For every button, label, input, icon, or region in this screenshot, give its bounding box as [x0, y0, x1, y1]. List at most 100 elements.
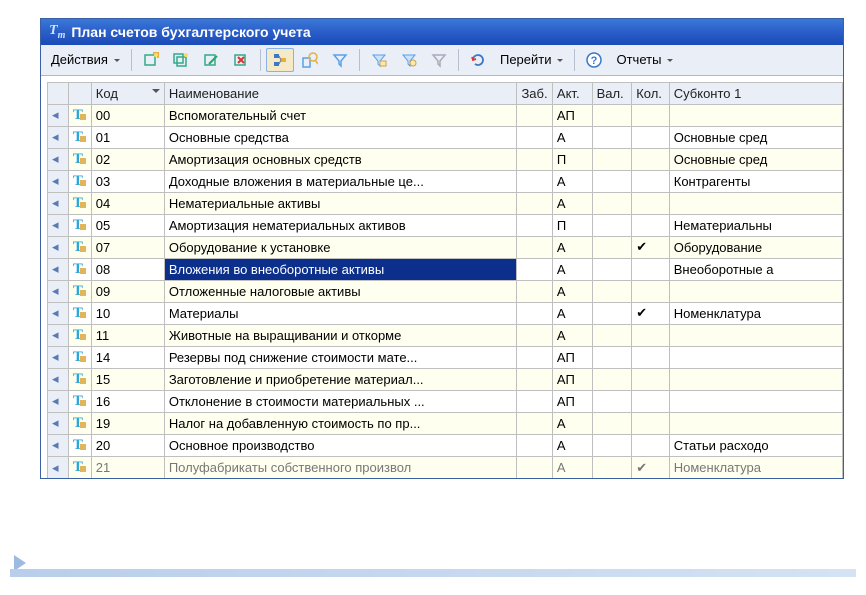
table-row[interactable]: ◂Т01Основные средстваАОсновные сред [48, 126, 843, 148]
cell-akt: АП [552, 368, 592, 390]
row-marker: ◂ [48, 214, 69, 236]
actions-menu[interactable]: Действия [45, 48, 126, 71]
table-row[interactable]: ◂Т07Оборудование к установкеА✔Оборудован… [48, 236, 843, 258]
cell-zab [517, 214, 552, 236]
goto-menu[interactable]: Перейти [494, 48, 570, 71]
cell-name: Амортизация нематериальных активов [164, 214, 517, 236]
filter-by-value-icon[interactable] [365, 48, 393, 72]
delete-row-icon[interactable] [227, 48, 255, 72]
row-marker: ◂ [48, 324, 69, 346]
cell-code: 04 [91, 192, 164, 214]
cell-akt: А [552, 412, 592, 434]
cell-name: Основное производство [164, 434, 517, 456]
table-row[interactable]: ◂Т21Полуфабрикаты собственного произволА… [48, 456, 843, 478]
table-row[interactable]: ◂Т20Основное производствоАСтатьи расходо [48, 434, 843, 456]
cell-akt: АП [552, 104, 592, 126]
row-type-icon: Т [68, 214, 91, 236]
cell-sub1: Внеоборотные а [669, 258, 842, 280]
cell-zab [517, 258, 552, 280]
table-row[interactable]: ◂Т15Заготовление и приобретение материал… [48, 368, 843, 390]
table-row[interactable]: ◂Т10МатериалыА✔Номенклатура [48, 302, 843, 324]
col-sub1[interactable]: Субконто 1 [669, 82, 842, 104]
table-row[interactable]: ◂Т16Отклонение в стоимости материальных … [48, 390, 843, 412]
cell-sub1 [669, 324, 842, 346]
find-icon[interactable] [296, 48, 324, 72]
help-icon[interactable]: ? [580, 48, 608, 72]
cell-kol: ✔ [632, 456, 670, 478]
table-row[interactable]: ◂Т08Вложения во внеоборотные активыАВнео… [48, 258, 843, 280]
table-row[interactable]: ◂Т02Амортизация основных средствПОсновны… [48, 148, 843, 170]
cell-val [592, 456, 632, 478]
hierarchy-toggle-icon[interactable] [266, 48, 294, 72]
col-val[interactable]: Вал. [592, 82, 632, 104]
accounts-table[interactable]: Код Наименование Заб. Акт. Вал. Кол. Суб… [47, 82, 843, 479]
cell-code: 16 [91, 390, 164, 412]
clear-filter-icon[interactable] [425, 48, 453, 72]
col-marker[interactable] [48, 82, 69, 104]
cell-code: 14 [91, 346, 164, 368]
cell-name: Доходные вложения в материальные це... [164, 170, 517, 192]
cell-zab [517, 368, 552, 390]
cell-val [592, 324, 632, 346]
table-row[interactable]: ◂Т09Отложенные налоговые активыА [48, 280, 843, 302]
reports-menu[interactable]: Отчеты [610, 48, 679, 71]
cell-val [592, 280, 632, 302]
cell-zab [517, 148, 552, 170]
cell-akt: А [552, 456, 592, 478]
row-type-icon: Т [68, 324, 91, 346]
col-akt[interactable]: Акт. [552, 82, 592, 104]
cell-kol [632, 104, 670, 126]
cell-kol: ✔ [632, 236, 670, 258]
table-row[interactable]: ◂Т00Вспомогательный счетАП [48, 104, 843, 126]
filter-settings-icon[interactable] [395, 48, 423, 72]
window: Тт План счетов бухгалтерского учета Дейс… [40, 18, 844, 479]
cell-val [592, 258, 632, 280]
cell-kol [632, 192, 670, 214]
table-row[interactable]: ◂Т05Амортизация нематериальных активовПН… [48, 214, 843, 236]
cell-sub1 [669, 390, 842, 412]
table-row[interactable]: ◂Т04Нематериальные активыА [48, 192, 843, 214]
edit-row-icon[interactable] [197, 48, 225, 72]
cell-sub1 [669, 346, 842, 368]
col-zab[interactable]: Заб. [517, 82, 552, 104]
cell-zab [517, 302, 552, 324]
table-row[interactable]: ◂Т19Налог на добавленную стоимость по пр… [48, 412, 843, 434]
refresh-icon[interactable] [464, 48, 492, 72]
cell-name: Амортизация основных средств [164, 148, 517, 170]
table-row[interactable]: ◂Т11Животные на выращивании и откормеА [48, 324, 843, 346]
table-row[interactable]: ◂Т14Резервы под снижение стоимости мате.… [48, 346, 843, 368]
cell-sub1: Оборудование [669, 236, 842, 258]
cell-code: 19 [91, 412, 164, 434]
row-type-icon: Т [68, 104, 91, 126]
filter-icon[interactable] [326, 48, 354, 72]
cell-sub1 [669, 412, 842, 434]
add-row-icon[interactable] [137, 48, 165, 72]
cell-kol [632, 324, 670, 346]
cell-zab [517, 412, 552, 434]
row-type-icon: Т [68, 148, 91, 170]
cell-name: Заготовление и приобретение материал... [164, 368, 517, 390]
cell-kol [632, 280, 670, 302]
cell-val [592, 192, 632, 214]
cell-akt: А [552, 258, 592, 280]
cell-name: Материалы [164, 302, 517, 324]
cell-code: 20 [91, 434, 164, 456]
cell-akt: АП [552, 346, 592, 368]
table-row[interactable]: ◂Т03Доходные вложения в материальные це.… [48, 170, 843, 192]
cell-val [592, 390, 632, 412]
col-kol[interactable]: Кол. [632, 82, 670, 104]
col-type-icon[interactable] [68, 82, 91, 104]
col-code[interactable]: Код [91, 82, 164, 104]
add-group-icon[interactable] [167, 48, 195, 72]
cell-sub1: Номенклатура [669, 302, 842, 324]
cell-akt: А [552, 126, 592, 148]
cell-val [592, 368, 632, 390]
cell-sub1: Контрагенты [669, 170, 842, 192]
cell-zab [517, 126, 552, 148]
cell-code: 11 [91, 324, 164, 346]
cell-sub1 [669, 104, 842, 126]
cell-zab [517, 346, 552, 368]
col-name[interactable]: Наименование [164, 82, 517, 104]
cell-sub1: Статьи расходо [669, 434, 842, 456]
row-type-icon: Т [68, 302, 91, 324]
